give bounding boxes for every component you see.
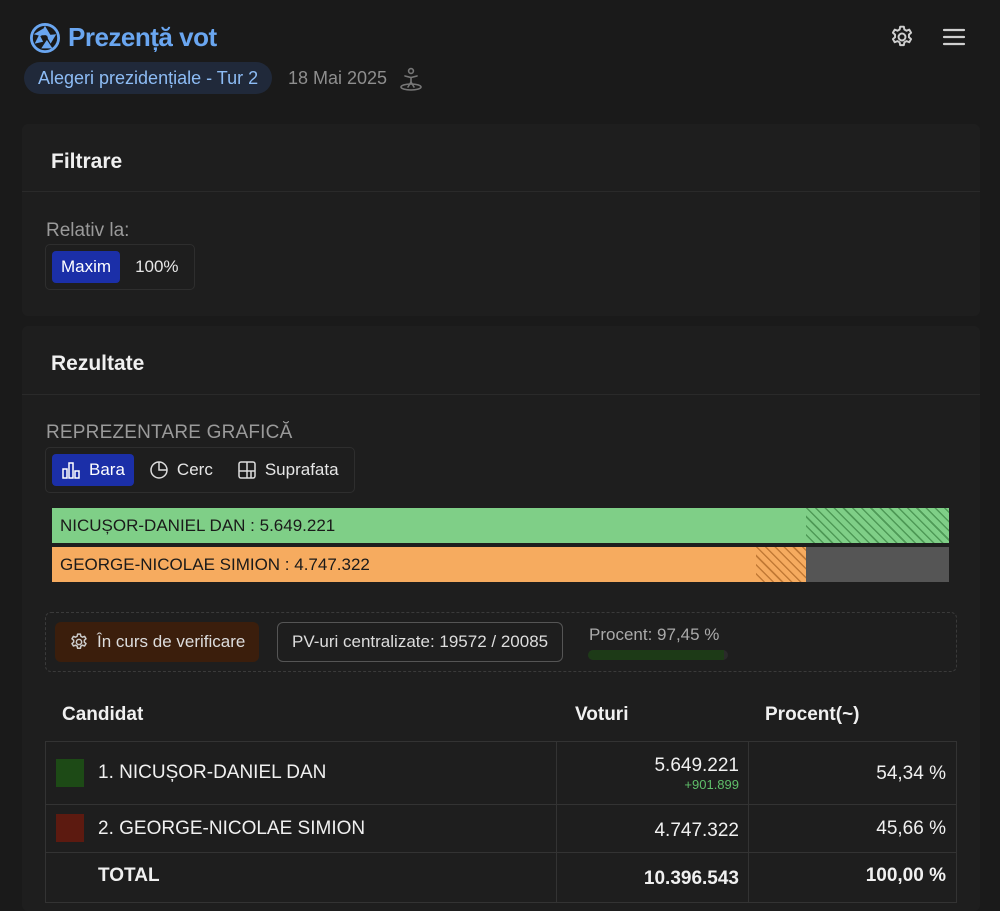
percent-value: 45,66 %	[876, 818, 946, 839]
table-row[interactable]: 2. GEORGE-NICOLAE SIMION 4.747.322 45,66…	[45, 805, 957, 853]
result-bar[interactable]: GEORGE-NICOLAE SIMION : 4.747.322	[52, 547, 949, 582]
chart-type-area[interactable]: Suprafata	[228, 454, 348, 486]
col-candidate-header[interactable]: Candidat	[62, 688, 143, 741]
option-maxim[interactable]: Maxim	[52, 251, 121, 283]
count-status: În curs de verificare PV-uri centralizat…	[45, 612, 957, 672]
chart-type-label: REPREZENTARE GRAFICĂ	[46, 422, 293, 443]
filter-title: Filtrare	[51, 150, 123, 173]
divider	[22, 191, 980, 192]
candidate-color-swatch	[56, 759, 84, 787]
col-votes-header[interactable]: Voturi	[575, 688, 628, 741]
filter-card: Filtrare Relativ la: Maxim 100%	[22, 124, 980, 316]
candidate-color-swatch	[56, 814, 84, 842]
total-percent-cell: 100,00 %	[749, 853, 956, 902]
settings-gear-icon[interactable]	[889, 24, 915, 50]
votes-cell: 4.747.322	[557, 805, 749, 852]
area-chart-icon	[238, 461, 256, 479]
total-label-cell: TOTAL	[46, 853, 557, 902]
candidate-name: 1. NICUȘOR-DANIEL DAN	[98, 762, 327, 783]
result-bar-increment	[756, 547, 806, 582]
total-percent: 100,00 %	[865, 865, 946, 886]
percent-cell: 45,66 %	[749, 805, 956, 852]
candidate-name: 2. GEORGE-NICOLAE SIMION	[98, 818, 366, 839]
pie-chart-icon	[150, 461, 168, 479]
hamburger-menu-icon[interactable]	[941, 24, 967, 50]
bar-chart-icon	[62, 462, 80, 479]
app-logo[interactable]: Prezență vot	[30, 22, 217, 53]
result-bar[interactable]: NICUȘOR-DANIEL DAN : 5.649.221	[52, 508, 949, 543]
table-row[interactable]: 1. NICUȘOR-DANIEL DAN 5.649.221 +901.899…	[45, 742, 957, 805]
election-date: 18 Mai 2025	[288, 68, 388, 88]
total-votes-cell: 10.396.543	[557, 853, 749, 902]
divider	[22, 394, 980, 395]
votes-delta: +901.899	[684, 777, 739, 792]
results-title: Rezultate	[51, 352, 145, 375]
verification-status-badge: În curs de verificare	[55, 622, 260, 662]
count-progress-fill	[588, 650, 725, 660]
chart-type-circle[interactable]: Cerc	[140, 454, 222, 486]
election-name: Alegeri prezidențiale - Tur 2	[38, 67, 259, 88]
table-header: Candidat Voturi Procent(~)	[45, 688, 957, 742]
votes-value: 5.649.221	[654, 755, 739, 776]
result-bar-label: GEORGE-NICOLAE SIMION : 4.747.322	[60, 554, 370, 574]
chart-type-toggle: Bara Cerc Suprafata	[45, 447, 355, 493]
col-percent-header[interactable]: Procent(~)	[765, 688, 860, 741]
count-progress-bar	[588, 650, 728, 660]
total-label: TOTAL	[98, 865, 160, 886]
election-selector[interactable]: Alegeri prezidențiale - Tur 2	[24, 62, 273, 94]
candidate-cell: 1. NICUȘOR-DANIEL DAN	[46, 742, 557, 804]
count-percent-label: Procent: 97,45 %	[589, 625, 720, 644]
gear-icon	[71, 633, 87, 649]
result-bar-increment	[805, 508, 949, 543]
votes-cell: 5.649.221 +901.899	[557, 742, 749, 804]
candidate-cell: 2. GEORGE-NICOLAE SIMION	[46, 805, 557, 852]
chart-type-bar[interactable]: Bara	[52, 454, 134, 486]
aperture-logo-icon	[30, 22, 60, 53]
percent-cell: 54,34 %	[749, 742, 956, 804]
option-100-percent[interactable]: 100%	[126, 251, 187, 283]
results-card: Rezultate REPREZENTARE GRAFICĂ Bara Cerc…	[22, 326, 980, 911]
percent-value: 54,34 %	[876, 763, 946, 784]
app-title: Prezență vot	[68, 22, 217, 52]
votes-value: 4.747.322	[654, 820, 739, 841]
pv-count-badge: PV-uri centralizate: 19572 / 20085	[277, 622, 564, 662]
relative-toggle: Maxim 100%	[45, 244, 195, 290]
table-total-row: TOTAL 10.396.543 100,00 %	[45, 853, 957, 903]
result-bar-label: NICUȘOR-DANIEL DAN : 5.649.221	[60, 515, 336, 535]
relative-label: Relativ la:	[46, 220, 130, 241]
total-votes: 10.396.543	[643, 868, 739, 889]
accessibility-person-icon[interactable]	[398, 66, 424, 92]
results-table: Candidat Voturi Procent(~) 1. NICUȘOR-DA…	[45, 688, 957, 903]
